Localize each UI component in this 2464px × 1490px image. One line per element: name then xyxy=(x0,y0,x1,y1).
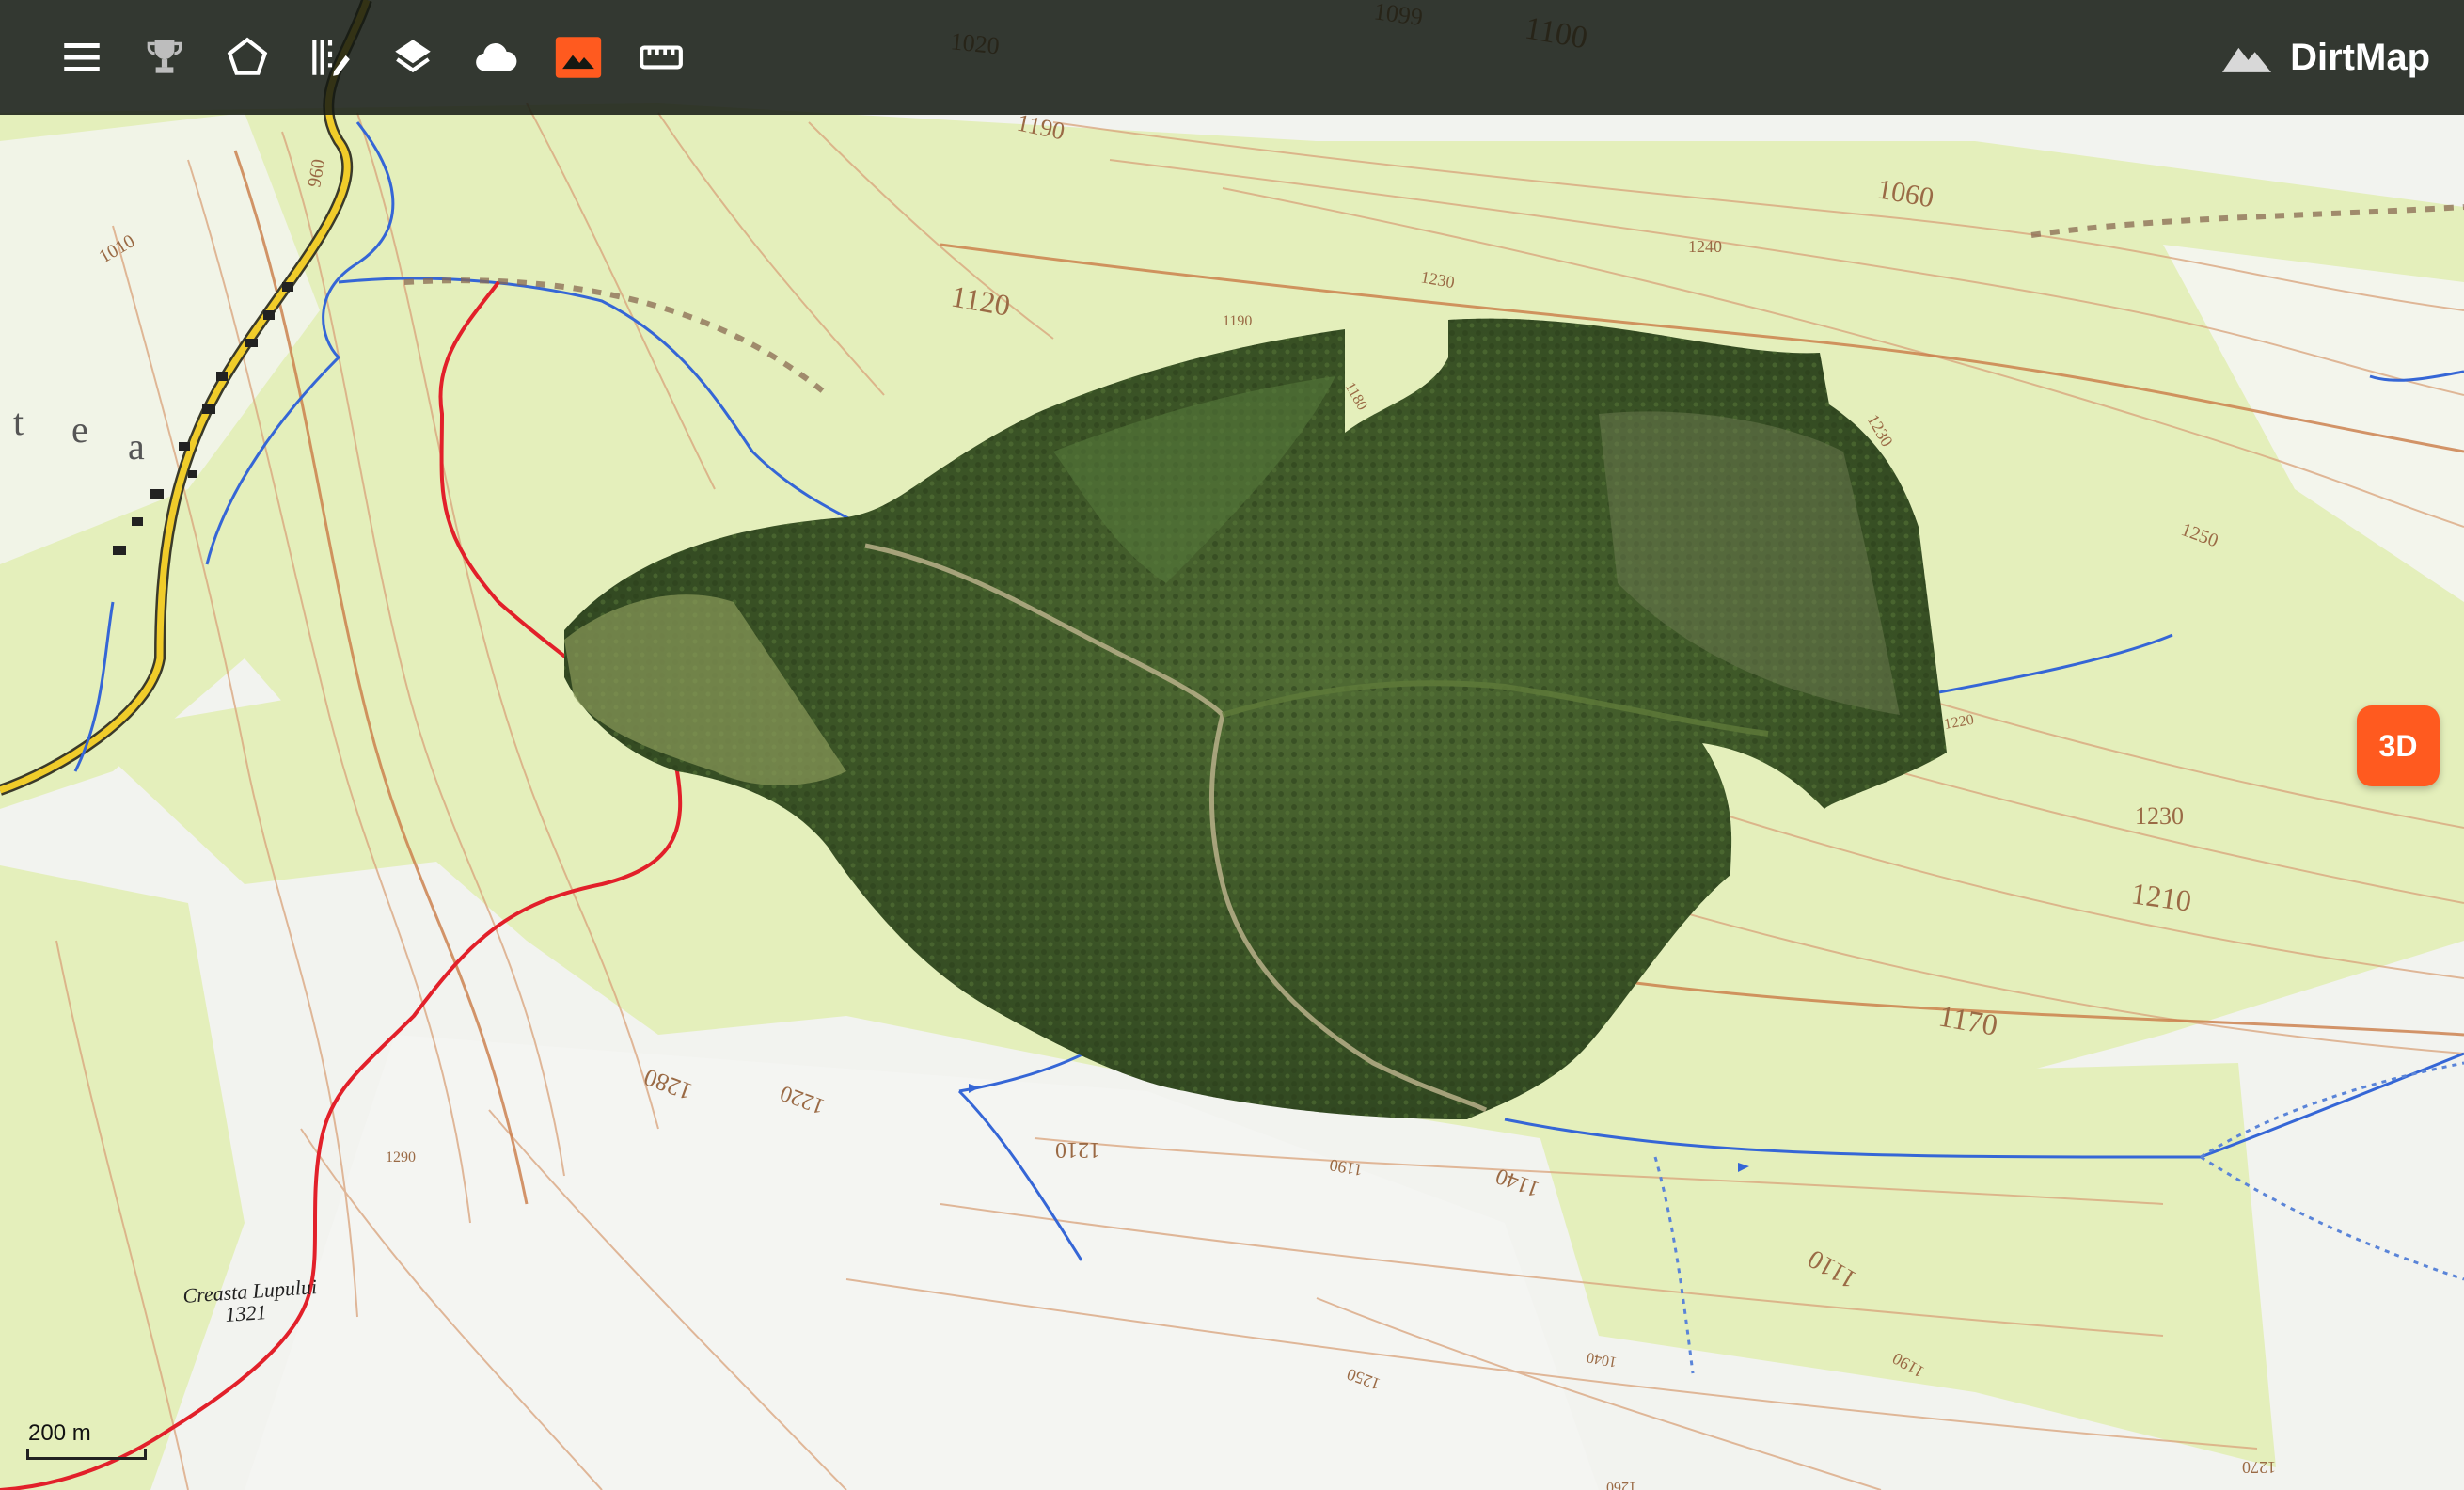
mountain-logo-icon xyxy=(2222,47,2272,72)
layers-button[interactable] xyxy=(376,21,450,94)
contour-label: 1210 xyxy=(1055,1137,1100,1162)
ruler-icon xyxy=(640,45,683,70)
trophy-icon xyxy=(147,40,182,73)
top-toolbar: DirtMap xyxy=(0,0,2464,115)
village-letter: a xyxy=(128,425,145,468)
scale-bar: 200 m xyxy=(26,1417,149,1464)
routes-edit-button[interactable] xyxy=(293,21,367,94)
contour-label: 1230 xyxy=(2135,802,2184,830)
layers-icon xyxy=(395,40,431,73)
imagery-icon xyxy=(555,37,602,78)
polygon-button[interactable] xyxy=(211,21,284,94)
village-letter: t xyxy=(13,401,24,443)
menu-icon xyxy=(64,43,100,71)
weather-cloud-icon xyxy=(476,43,517,71)
trophy-button[interactable] xyxy=(128,21,201,94)
brand-name: DirtMap xyxy=(2290,36,2430,78)
contour-label: 1290 xyxy=(386,1149,416,1165)
weather-button[interactable] xyxy=(459,21,532,94)
menu-button[interactable] xyxy=(45,21,118,94)
imagery-button[interactable] xyxy=(542,21,615,94)
3d-toggle-button[interactable]: 3D xyxy=(2357,705,2440,786)
village-letter: e xyxy=(71,408,88,451)
scale-bar-line xyxy=(26,1449,147,1460)
contour-label: 1190 xyxy=(1223,313,1252,329)
peak-elevation: 1321 xyxy=(225,1300,268,1326)
contour-label: 1240 xyxy=(1688,237,1722,256)
polygon-icon xyxy=(227,37,268,75)
routes-edit-icon xyxy=(312,40,350,76)
contour-label: 1270 xyxy=(2242,1458,2276,1477)
scale-label: 200 m xyxy=(28,1420,91,1446)
brand: DirtMap xyxy=(2222,0,2430,115)
contour-label: 1260 xyxy=(1606,1479,1636,1490)
ruler-button[interactable] xyxy=(624,21,698,94)
map-canvas[interactable]: 1020 1099 1100 1190 1240 1230 1120 1190 … xyxy=(0,0,2464,1490)
